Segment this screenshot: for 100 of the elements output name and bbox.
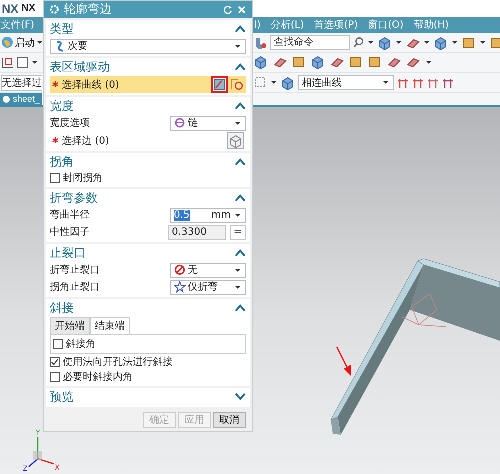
formula-button[interactable]: =: [230, 224, 246, 240]
field-value: 0.5: [174, 210, 190, 220]
section-title[interactable]: 宽度: [50, 98, 74, 114]
menu-item[interactable]: 帮助(H): [414, 18, 450, 32]
caret-icon: [36, 39, 44, 46]
checkbox[interactable]: [50, 372, 60, 382]
select-edge-button[interactable]: [227, 132, 244, 149]
star-icon: [174, 281, 186, 293]
snap-icon[interactable]: [397, 76, 409, 88]
collapse-icon[interactable]: [235, 249, 246, 257]
tab[interactable]: 结束端: [90, 317, 130, 334]
section-title[interactable]: 表区域驱动: [50, 58, 110, 76]
menu-item[interactable]: 首选项(P): [314, 18, 358, 32]
section-title[interactable]: 止裂口: [50, 244, 86, 262]
number-field[interactable]: 0.3300: [168, 224, 226, 240]
caret-icon: [234, 212, 242, 218]
axis-triad: [28, 437, 54, 468]
filter-dropdown[interactable]: 无选择过: [1, 74, 42, 90]
part-icon: [2, 94, 11, 104]
app-logo: NX: [2, 2, 19, 16]
section-title[interactable]: 类型: [50, 20, 74, 38]
caret-icon: [451, 39, 459, 46]
number-field[interactable]: 0.5 mm: [170, 208, 246, 222]
checkbox[interactable]: [50, 357, 60, 367]
collapse-icon[interactable]: [235, 63, 246, 71]
selection-row[interactable]: 选择曲线 (0): [50, 76, 246, 93]
caret-icon: [270, 79, 278, 86]
tab[interactable]: 开始端: [50, 317, 90, 334]
block-icon[interactable]: [462, 36, 476, 50]
sketch-icon[interactable]: [1, 56, 15, 70]
checkbox[interactable]: [53, 339, 63, 349]
caret-icon: [382, 79, 390, 86]
dialog-button[interactable]: 取消: [213, 412, 246, 428]
select-curve-button[interactable]: [211, 76, 228, 93]
field-label: 宽度选项: [50, 116, 91, 130]
curve-select-icon: [214, 79, 225, 90]
checkbox-label: 必要时斜接内角: [63, 370, 133, 384]
dropdown-value: 仅折弯: [188, 280, 218, 294]
caret-icon: [367, 39, 375, 46]
dropdown[interactable]: 次要: [50, 38, 246, 54]
curve-rule-dropdown[interactable]: 相连曲线: [298, 75, 394, 90]
dropdown-value: 链: [188, 117, 198, 130]
part-tab[interactable]: sheet_: [0, 93, 42, 105]
collapse-icon[interactable]: [235, 25, 246, 33]
field-value: 0.3300: [172, 226, 207, 238]
search-field[interactable]: 查找命令: [270, 35, 350, 50]
caret-icon: [31, 59, 39, 66]
check-icon: [51, 358, 59, 366]
arrow: [336, 346, 351, 376]
block-icon[interactable]: [490, 36, 500, 50]
globe-icon[interactable]: [1, 36, 14, 49]
app-tab[interactable]: NX: [20, 3, 37, 14]
menu-item[interactable]: 分析(L): [270, 18, 304, 32]
collapse-icon[interactable]: [235, 304, 246, 312]
section-title[interactable]: 折弯参数: [50, 190, 98, 206]
caret-icon: [395, 39, 403, 46]
caret-icon: [234, 120, 242, 126]
field-label: 中性因子: [50, 226, 91, 239]
checkbox[interactable]: [50, 173, 60, 183]
menu-item[interactable]: 文件(F): [1, 18, 35, 32]
snap-icon[interactable]: [412, 76, 424, 88]
start-button[interactable]: 启动: [15, 36, 35, 50]
reset-icon[interactable]: [223, 4, 233, 14]
dialog-title: 轮廓弯边: [64, 1, 112, 18]
dropdown[interactable]: 仅折弯: [170, 280, 246, 294]
caret-icon: [234, 266, 242, 274]
field-label: 弯曲半径: [50, 208, 91, 222]
caret-icon: [425, 59, 433, 66]
dropdown[interactable]: 无: [170, 262, 246, 278]
checkbox-label: 封闭拐角: [63, 172, 103, 185]
square-icon[interactable]: [16, 56, 30, 70]
cube-icon: [228, 134, 242, 148]
gear-icon: [49, 4, 60, 15]
expand-icon[interactable]: [235, 393, 246, 401]
close-icon[interactable]: [237, 4, 247, 14]
snap-icon[interactable]: [427, 76, 439, 88]
field-label: 折弯止裂口: [50, 264, 101, 277]
caret-icon: [479, 39, 487, 46]
collapse-icon[interactable]: [235, 194, 246, 202]
section-title[interactable]: 斜接: [50, 300, 74, 316]
search-icon: [353, 37, 364, 48]
cube-icon[interactable]: [378, 36, 392, 50]
section-title[interactable]: 拐角: [50, 154, 74, 170]
curve-rule-value: 相连曲线: [302, 76, 342, 90]
snap-icon[interactable]: [442, 76, 454, 88]
cube-icon[interactable]: [434, 36, 448, 50]
dropdown[interactable]: 链: [170, 116, 246, 130]
collapse-icon[interactable]: [235, 102, 246, 110]
menu-item[interactable]: I): [254, 20, 261, 30]
selection-row[interactable]: 选择边 (0): [50, 132, 246, 149]
menu-item[interactable]: 窗口(O): [368, 18, 404, 32]
caret-icon: [234, 42, 242, 50]
dropdown-value: 无: [188, 264, 198, 277]
sketch-curve-icon[interactable]: [231, 78, 244, 91]
cube-icon[interactable]: [281, 76, 295, 90]
section-title[interactable]: 预览: [50, 388, 74, 406]
collapse-icon[interactable]: [235, 158, 246, 166]
select-icon[interactable]: [254, 76, 267, 89]
selection-label: 选择边 (0): [62, 134, 110, 148]
prohibited-icon: [174, 264, 186, 276]
